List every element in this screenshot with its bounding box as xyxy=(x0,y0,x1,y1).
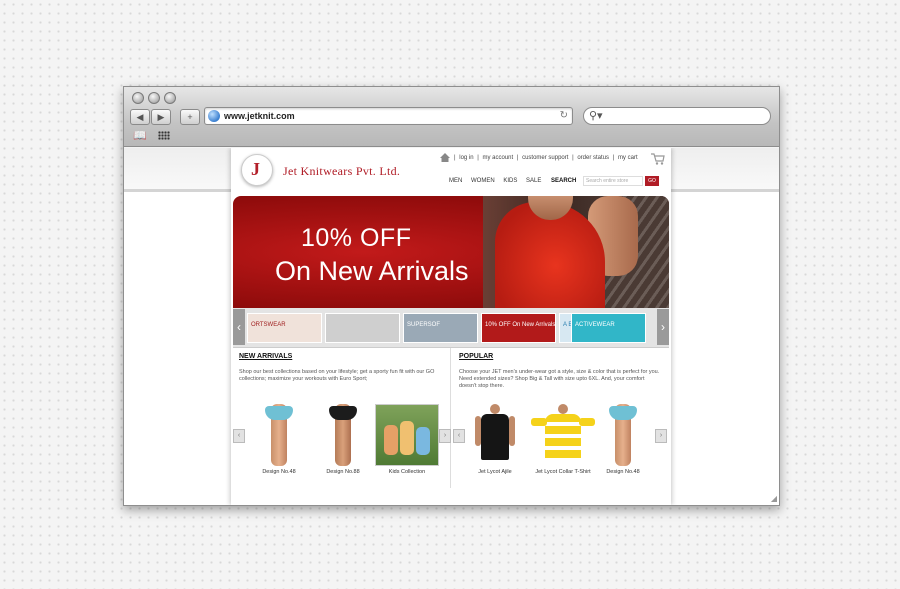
minimize-window-button[interactable] xyxy=(148,92,160,104)
logo-mark-icon: J xyxy=(251,159,260,179)
product-label: Jet Lycot Ajile xyxy=(478,469,512,475)
thumb-next-button[interactable]: › xyxy=(657,309,669,345)
top-sites-grid-icon[interactable] xyxy=(158,131,170,140)
product-card[interactable]: Design No.48 xyxy=(247,404,311,475)
banner-thumb-supersoft[interactable]: SUPERSOF xyxy=(403,313,478,343)
product-image-briefs-black xyxy=(311,404,375,466)
section-divider xyxy=(450,348,451,488)
popular-section: POPULAR Choose your JET men's under-wear… xyxy=(453,353,667,493)
logo[interactable]: J xyxy=(241,154,273,186)
back-button[interactable]: ◀ xyxy=(130,109,150,125)
nav-sale[interactable]: SALE xyxy=(526,178,541,184)
new-arrivals-section: NEW ARRIVALS Shop our best collections b… xyxy=(233,353,451,493)
nav-kids[interactable]: KIDS xyxy=(503,178,517,184)
zoom-window-button[interactable] xyxy=(164,92,176,104)
home-icon[interactable] xyxy=(440,153,450,162)
new-arrivals-next-button[interactable]: › xyxy=(439,429,451,443)
bookmarks-book-icon[interactable]: 📖 xyxy=(133,129,147,142)
add-tab-button[interactable]: + xyxy=(180,109,200,125)
product-label: Kids Collection xyxy=(388,469,426,475)
globe-icon xyxy=(208,110,220,122)
store-search-input[interactable]: Search entire store xyxy=(583,176,643,186)
product-label: Design No.88 xyxy=(326,469,360,475)
order-status-link[interactable]: order status xyxy=(577,155,609,161)
back-arrow-icon: ◀ xyxy=(136,112,144,122)
forward-button[interactable]: ▶ xyxy=(151,109,171,125)
add-tab-label: + xyxy=(187,112,193,122)
banner-thumb-activewear[interactable]: ACTIVEWEAR xyxy=(571,313,646,343)
banner-thumb-ten-off[interactable]: 10% OFF On New Arrivals xyxy=(481,313,556,343)
url-text: www.jetknit.com xyxy=(224,111,295,121)
magnifier-icon: ⚲▾ xyxy=(589,110,603,122)
hero-subheadline: On New Arrivals xyxy=(275,256,469,286)
new-arrivals-description: Shop our best collections based on your … xyxy=(239,369,435,382)
popular-title[interactable]: POPULAR xyxy=(459,353,493,360)
browser-window: ◀ ▶ + www.jetknit.com ↻ ⚲▾ 📖 J Jet Knitw… xyxy=(123,86,780,506)
brand-name[interactable]: Jet Knitwears Pvt. Ltd. xyxy=(283,164,400,179)
product-label: Design No.48 xyxy=(606,469,640,475)
resize-grip-icon[interactable]: ◢ xyxy=(771,494,777,503)
category-nav: MEN WOMEN KIDS SALE xyxy=(449,178,548,184)
page-viewport: J Jet Knitwears Pvt. Ltd. | log in | my … xyxy=(124,148,779,505)
cart-icon[interactable] xyxy=(651,153,665,165)
my-account-link[interactable]: my account xyxy=(482,155,513,161)
nav-women[interactable]: WOMEN xyxy=(471,178,495,184)
new-arrivals-prev-button[interactable]: ‹ xyxy=(233,429,245,443)
search-label: SEARCH xyxy=(551,178,577,184)
address-bar[interactable]: www.jetknit.com ↻ xyxy=(204,107,573,125)
hero-banner[interactable]: 10% OFF On New Arrivals xyxy=(233,196,669,308)
reload-icon[interactable]: ↻ xyxy=(560,110,568,121)
product-card[interactable]: Jet Lycot Ajile xyxy=(463,404,527,475)
product-image-collar-tshirt xyxy=(525,404,601,466)
my-cart-link[interactable]: my cart xyxy=(618,155,638,161)
product-card[interactable]: Design No.48 xyxy=(591,404,655,475)
product-card[interactable]: Design No.88 xyxy=(311,404,375,475)
popular-description: Choose your JET men's under-wear got a s… xyxy=(459,369,660,389)
forward-arrow-icon: ▶ xyxy=(157,112,165,122)
thumb-prev-button[interactable]: ‹ xyxy=(233,309,245,345)
banner-thumb-sportswear[interactable]: ORTSWEAR xyxy=(247,313,322,343)
banner-thumb-model[interactable] xyxy=(325,313,400,343)
product-image-kids xyxy=(375,404,439,466)
nav-men[interactable]: MEN xyxy=(449,178,462,184)
product-label: Jet Lycot Collar T-Shirt xyxy=(535,469,591,475)
go-button[interactable]: GO xyxy=(645,176,659,186)
browser-toolbar: ◀ ▶ + www.jetknit.com ↻ ⚲▾ 📖 xyxy=(124,87,779,147)
login-link[interactable]: log in xyxy=(459,155,473,161)
product-label: Design No.48 xyxy=(262,469,296,475)
product-image-briefs-blue-2 xyxy=(591,404,655,466)
close-window-button[interactable] xyxy=(132,92,144,104)
product-image-vest-black xyxy=(463,404,527,466)
top-links: | log in | my account | customer support… xyxy=(454,155,638,161)
product-card[interactable]: Jet Lycot Collar T-Shirt xyxy=(525,404,601,475)
hero-headline: 10% OFF xyxy=(301,224,412,252)
website-page: J Jet Knitwears Pvt. Ltd. | log in | my … xyxy=(231,148,671,505)
product-image-briefs-blue xyxy=(247,404,311,466)
product-card[interactable]: Kids Collection xyxy=(375,404,439,475)
customer-support-link[interactable]: customer support xyxy=(522,155,568,161)
new-arrivals-title[interactable]: NEW ARRIVALS xyxy=(239,353,292,360)
browser-search-field[interactable]: ⚲▾ xyxy=(583,107,771,125)
popular-next-button[interactable]: › xyxy=(655,429,667,443)
